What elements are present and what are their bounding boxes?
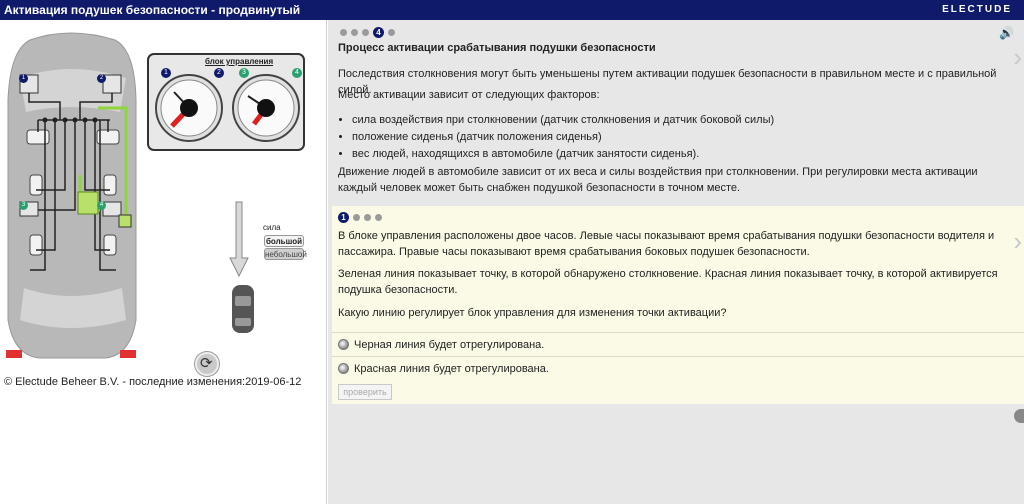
movement-paragraph: Движение людей в автомобиле зависит от и… [338, 166, 978, 194]
question-dot[interactable] [375, 214, 382, 221]
question-dot[interactable] [353, 214, 360, 221]
factors-paragraph: Место активации зависит от следующих фак… [338, 89, 600, 101]
left-pane: блок управления 1 2 3 4 1 2 3 4 сила бол… [0, 20, 327, 504]
scroll-right-icon[interactable] [1014, 409, 1024, 423]
list-item: вес людей, находящихся в автомобиле (дат… [352, 146, 774, 162]
check-button[interactable]: проверить [338, 384, 392, 400]
gauge-number-3: 3 [239, 68, 249, 78]
section-title: Процесс активации срабатывания подушки б… [338, 42, 656, 54]
question-text-2: Зеленая линия показывает точку, в которо… [338, 268, 998, 296]
next-question-arrow-icon[interactable]: › [1013, 226, 1022, 257]
reset-button[interactable]: ⟳ [195, 352, 219, 376]
force-label: сила [263, 223, 281, 232]
page-dot-active[interactable]: 4 [373, 27, 384, 38]
force-high-button[interactable]: большой [264, 235, 304, 247]
list-item: положение сиденья (датчик положения сиде… [352, 129, 774, 145]
question-text-1: В блоке управления расположены двое часо… [338, 230, 995, 258]
window-title: Активация подушек безопасности - продвин… [4, 3, 301, 17]
sensor-number-4: 4 [97, 201, 106, 210]
question-dots: 1 [338, 212, 382, 223]
right-pane: 4 🔊 › Процесс активации срабатывания под… [328, 20, 1024, 504]
speaker-icon[interactable]: 🔊 [999, 26, 1014, 40]
answer-option-1[interactable]: Черная линия будет отрегулирована. [332, 332, 1024, 356]
next-page-arrow-icon[interactable]: › [1013, 42, 1022, 73]
question-dot-active[interactable]: 1 [338, 212, 349, 223]
factors-list: сила воздействия при столкновении (датчи… [352, 112, 774, 163]
question-text-3: Какую линию регулирует блок управления д… [338, 307, 727, 319]
sensor-number-3: 3 [19, 201, 28, 210]
brand-logo: ELECTUDE [942, 4, 1012, 15]
page-dot[interactable] [351, 29, 358, 36]
gauge-number-2: 2 [214, 68, 224, 78]
gauge-number-1: 1 [161, 68, 171, 78]
page-dots: 4 [340, 27, 395, 38]
reload-icon: ⟳ [200, 355, 213, 372]
force-low-button[interactable]: небольшой [264, 248, 307, 260]
page-dot[interactable] [340, 29, 347, 36]
answer-label: Красная линия будет отрегулирована. [354, 362, 549, 375]
page-dot[interactable] [388, 29, 395, 36]
page-dot[interactable] [362, 29, 369, 36]
answer-label: Черная линия будет отрегулирована. [354, 338, 545, 351]
force-arrow [229, 201, 249, 278]
list-item: сила воздействия при столкновении (датчи… [352, 112, 774, 128]
sensor-number-1: 1 [19, 74, 28, 83]
answer-option-2[interactable]: Красная линия будет отрегулирована. [332, 356, 1024, 380]
gauge-number-4: 4 [292, 68, 302, 78]
copyright: © Electude Beheer B.V. - последние измен… [4, 376, 302, 388]
sensor-number-2: 2 [97, 74, 106, 83]
title-bar: Активация подушек безопасности - продвин… [0, 0, 1024, 20]
question-dot[interactable] [364, 214, 371, 221]
question-panel: 1 › В блоке управления расположены двое … [332, 206, 1024, 404]
radio-icon[interactable] [338, 339, 349, 350]
radio-icon[interactable] [338, 363, 349, 374]
control-unit-label: блок управления [205, 57, 274, 66]
